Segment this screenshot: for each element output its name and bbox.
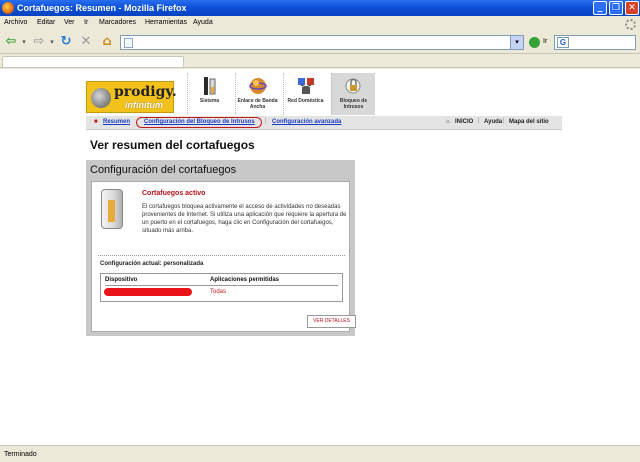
router-device-icon	[101, 189, 123, 229]
nav-tab-red-domestica[interactable]: Red Doméstica	[283, 73, 327, 115]
menu-editar[interactable]: Editar	[37, 19, 55, 26]
menu-herramientas[interactable]: Herramientas	[145, 19, 187, 26]
url-bar[interactable]: ▾	[120, 35, 524, 50]
menu-marcadores[interactable]: Marcadores	[99, 19, 136, 26]
search-input[interactable]: G	[554, 35, 636, 50]
firefox-window: Cortafuegos: Resumen - Mozilla Firefox _…	[0, 0, 640, 462]
prodigy-logo[interactable]: prodigy. infinitum	[86, 81, 177, 113]
url-dropdown-icon[interactable]: ▾	[510, 36, 523, 49]
nav-tab-bloqueo-intrusos[interactable]: Bloqueo de Intrusos	[331, 73, 375, 115]
firewall-status-title: Cortafuegos activo	[142, 190, 206, 197]
nav-tab-sistema[interactable]: Sistema	[187, 73, 231, 115]
network-icon	[297, 78, 314, 94]
menu-bar: Archivo Editar Ver Ir Marcadores Herrami…	[0, 16, 640, 30]
panel-body: Cortafuegos activo El cortafuegos bloque…	[91, 181, 356, 332]
throbber-icon	[625, 19, 636, 30]
home-link[interactable]: INICIO	[455, 119, 473, 125]
menu-archivo[interactable]: Archivo	[4, 19, 27, 26]
tab-current[interactable]	[2, 56, 184, 67]
sistema-icon	[203, 77, 215, 95]
page-content: prodigy. infinitum Sistema Enlace de Ban…	[0, 69, 640, 445]
tab-strip	[0, 55, 640, 68]
nav-tab-label: Red Doméstica	[287, 98, 324, 104]
reload-icon[interactable]: ↻	[58, 34, 74, 50]
help-link[interactable]: Ayuda	[484, 119, 502, 125]
menu-ir[interactable]: Ir	[84, 19, 88, 26]
status-bar: Terminado	[0, 445, 640, 462]
window-title: Cortafuegos: Resumen - Mozilla Firefox	[17, 3, 187, 13]
nav-tab-label: Sistema	[199, 98, 220, 104]
forward-icon[interactable]: ⇨	[30, 34, 48, 50]
minimize-button[interactable]: _	[593, 1, 607, 15]
menu-ver[interactable]: Ver	[64, 19, 75, 26]
stop-icon[interactable]: ✕	[78, 34, 94, 50]
allowed-apps-value: Todas	[210, 289, 227, 295]
close-button[interactable]: ✕	[625, 1, 639, 15]
subnav-divider: |	[265, 118, 267, 124]
subnav-config-bloqueo[interactable]: Configuración del Bloqueo de Intrusos	[144, 119, 255, 125]
logo-globe-icon	[91, 88, 111, 108]
current-config-label: Configuración actual: personalizada	[100, 261, 204, 267]
back-dropdown-icon[interactable]: ▾	[20, 34, 28, 50]
view-details-button[interactable]: VER DETALLES	[307, 315, 356, 328]
forward-dropdown-icon[interactable]: ▾	[48, 34, 56, 50]
google-search-icon[interactable]: G	[557, 37, 569, 48]
go-icon[interactable]	[529, 37, 540, 48]
sitemap-link[interactable]: Mapa del sitio	[509, 119, 549, 125]
title-bar: Cortafuegos: Resumen - Mozilla Firefox _…	[0, 0, 640, 16]
padlock-icon	[345, 78, 360, 94]
maximize-button[interactable]: ❐	[609, 1, 623, 15]
globe-icon	[248, 78, 267, 94]
home-icon[interactable]: ⌂	[99, 34, 115, 50]
column-header-device: Dispositivo	[105, 277, 138, 283]
divider	[98, 255, 345, 256]
status-text: Terminado	[4, 451, 37, 458]
current-item-bullet: ■	[94, 119, 98, 125]
subnav-config-avanzada[interactable]: Configuración avanzada	[272, 119, 341, 125]
page-title: Ver resumen del cortafuegos	[90, 138, 255, 152]
subnav-divider: |	[478, 118, 480, 124]
subnav-resumen[interactable]: Resumen	[103, 119, 130, 125]
logo-brand: prodigy.	[114, 84, 177, 100]
house-icon: ⌂	[446, 119, 450, 125]
logo-sub: infinitum	[125, 100, 163, 110]
table-header-rule	[105, 285, 338, 286]
firefox-icon	[2, 2, 14, 14]
navigation-toolbar: ⇦ ▾ ⇨ ▾ ↻ ✕ ⌂ ▾ Ir G	[0, 30, 640, 54]
back-icon[interactable]: ⇦	[2, 34, 20, 50]
column-header-apps: Aplicaciones permitidas	[210, 277, 280, 283]
nav-tab-banda-ancha[interactable]: Enlace de Banda Ancha	[235, 73, 279, 115]
device-table: Dispositivo Aplicaciones permitidas Toda…	[100, 273, 343, 302]
sub-navigation: ■ Resumen Configuración del Bloqueo de I…	[86, 116, 562, 130]
menu-ayuda[interactable]: Ayuda	[193, 19, 213, 26]
nav-tab-label: Bloqueo de Intrusos	[339, 98, 368, 110]
page-icon	[124, 38, 133, 48]
nav-tab-label: Enlace de Banda Ancha	[237, 98, 278, 110]
subnav-divider: |	[503, 118, 505, 124]
firewall-status-description: El cortafuegos bloquea activamente el ac…	[142, 204, 347, 234]
redacted-device-name	[104, 288, 192, 296]
firewall-config-panel: Configuración del cortafuegos Cortafuego…	[86, 160, 356, 336]
panel-title: Configuración del cortafuegos	[90, 164, 237, 176]
go-label[interactable]: Ir	[543, 38, 547, 45]
